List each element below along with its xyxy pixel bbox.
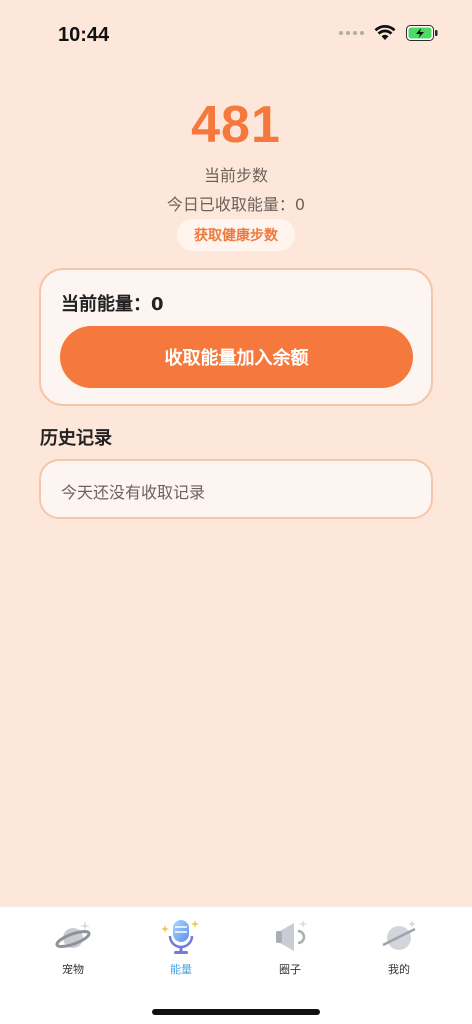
get-health-steps-button[interactable]: 获取健康步数: [177, 219, 295, 251]
tab-bar: 宠物 能量 圈子 我的: [0, 906, 472, 1024]
tab-circle[interactable]: 圈子: [231, 917, 349, 981]
history-empty-text: 今天还没有收取记录: [61, 483, 206, 502]
status-time: 10:44: [58, 24, 110, 46]
steps-value: 481: [191, 96, 281, 154]
current-energy: 当前能量：0: [61, 294, 164, 315]
planet-ring-icon: [382, 920, 416, 950]
tab-label: 宠物: [62, 963, 84, 976]
steps-label: 当前步数: [203, 166, 268, 185]
home-indicator[interactable]: [152, 1009, 320, 1015]
signal-icon: [339, 31, 364, 35]
tab-mine[interactable]: 我的: [340, 917, 458, 981]
tab-label: 能量: [170, 963, 192, 976]
tab-energy[interactable]: 能量: [122, 917, 240, 981]
wifi-icon: [374, 25, 396, 41]
tab-label: 圈子: [279, 963, 301, 976]
energy-card: 当前能量：0 收取能量加入余额: [39, 268, 433, 406]
tab-pet[interactable]: 宠物: [14, 917, 132, 981]
collect-energy-button[interactable]: 收取能量加入余额: [60, 326, 413, 388]
microphone-icon: [161, 920, 199, 954]
planet-icon: [55, 921, 91, 948]
history-card: 今天还没有收取记录: [39, 459, 433, 519]
today-collected-energy: 今日已收取能量：0: [166, 195, 306, 214]
status-icons: [339, 25, 438, 41]
tab-label: 我的: [388, 963, 410, 976]
battery-charging-icon: [406, 25, 438, 41]
status-bar: 10:44: [0, 0, 472, 70]
history-title: 历史记录: [40, 428, 112, 449]
megaphone-icon: [276, 920, 307, 951]
